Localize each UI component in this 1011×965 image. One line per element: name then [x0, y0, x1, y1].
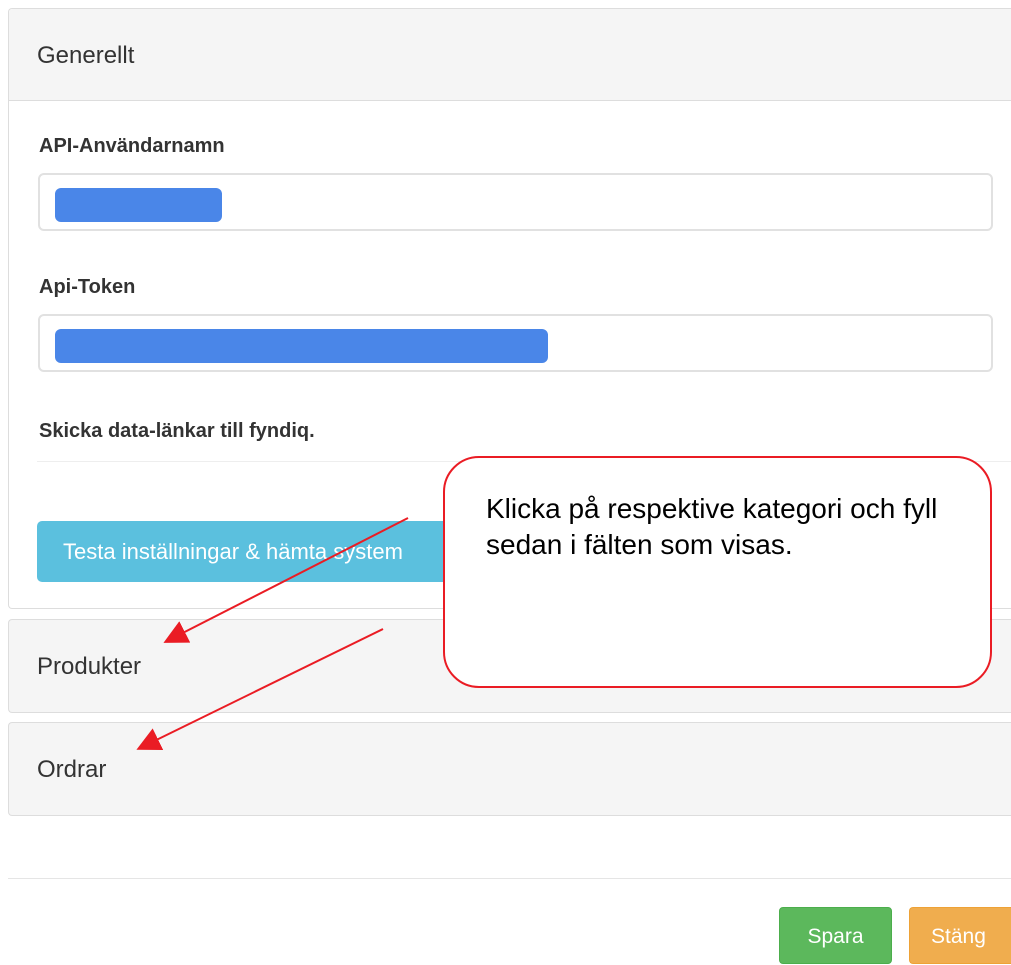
footer-divider — [8, 878, 1011, 879]
api-username-input[interactable] — [38, 173, 993, 231]
orders-panel-title: Ordrar — [37, 756, 107, 783]
data-links-label: Skicka data-länkar till fyndiq. — [39, 420, 315, 442]
instruction-text: Klicka på respektive kategori och fyll s… — [486, 493, 938, 560]
api-username-label: API-Användarnamn — [39, 135, 225, 157]
test-settings-button[interactable]: Testa inställningar & hämta system — [37, 521, 487, 582]
redacted-username-value — [55, 188, 222, 222]
redacted-token-value — [55, 329, 548, 363]
general-panel-title: Generellt — [37, 42, 135, 69]
close-button[interactable]: Stäng — [909, 907, 1011, 964]
products-panel-title: Produkter — [37, 653, 142, 680]
save-button[interactable]: Spara — [779, 907, 892, 964]
general-panel-heading[interactable]: Generellt — [9, 9, 1011, 101]
api-token-input[interactable] — [38, 314, 993, 372]
api-token-label: Api-Token — [39, 276, 136, 298]
instruction-callout: Klicka på respektive kategori och fyll s… — [443, 456, 992, 688]
orders-panel[interactable]: Ordrar — [8, 722, 1011, 816]
